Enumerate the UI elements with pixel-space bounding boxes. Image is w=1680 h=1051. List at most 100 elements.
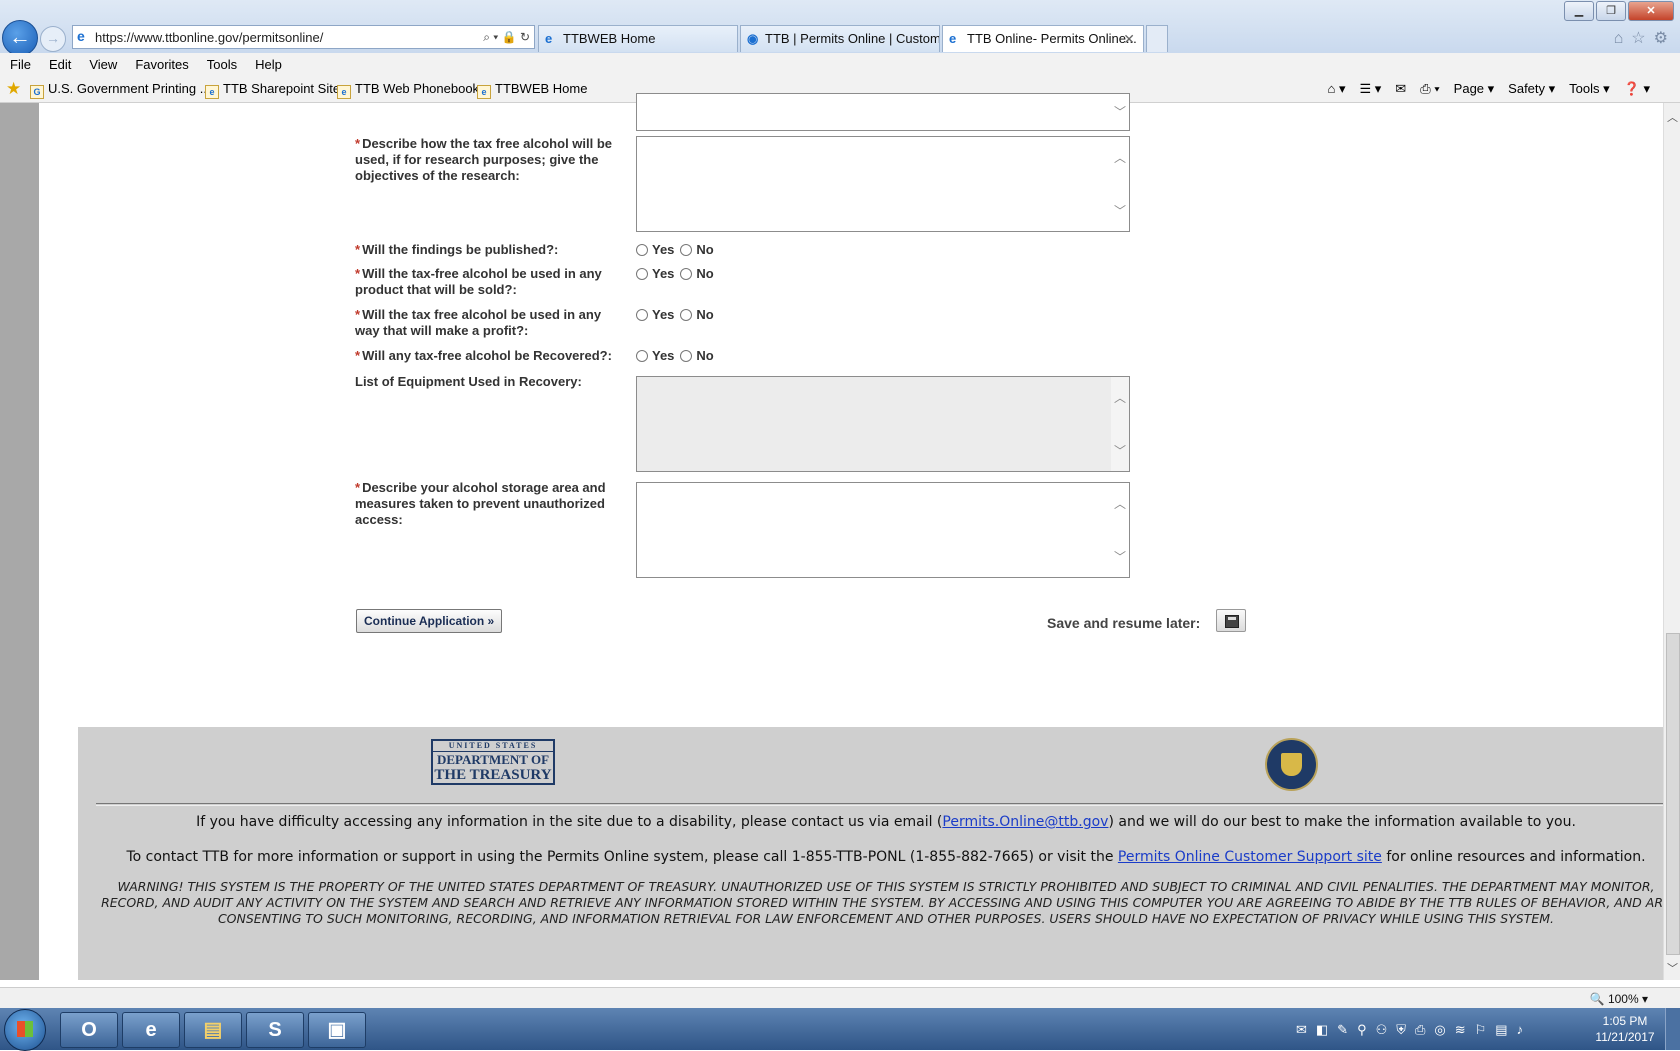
treasury-logo[interactable]: UNITED STATES DEPARTMENT OF THE TREASURY (431, 739, 555, 785)
fav-label: TTBWEB Home (495, 81, 588, 96)
sold-yes-radio[interactable] (636, 268, 648, 280)
recovered-no-radio[interactable] (680, 350, 693, 362)
tab-label: TTB Online- Permits Online... (967, 31, 1137, 46)
required-mark: * (355, 242, 361, 257)
ttb-seal-logo[interactable] (1265, 738, 1318, 791)
sold-no-radio[interactable] (680, 268, 693, 280)
profit-no-radio[interactable] (680, 309, 693, 321)
scroll-down-icon[interactable]: ﹀ (1667, 960, 1678, 976)
cmd-page[interactable]: Page ▾ (1454, 81, 1495, 96)
label-text: Describe how the tax free alcohol will b… (355, 136, 613, 183)
fav-phonebook[interactable]: e TTB Web Phonebook (337, 81, 479, 99)
treasury-logo-mid: DEPARTMENT OF (436, 752, 550, 767)
text-part: If you have difficulty accessing any inf… (196, 814, 943, 830)
show-desktop-button[interactable] (1665, 1008, 1680, 1050)
permits-email-link[interactable]: Permits.Online@ttb.gov (942, 814, 1108, 830)
menu-tools[interactable]: Tools (197, 53, 245, 72)
tab-label: TTB | Permits Online | Custom... (765, 31, 940, 46)
no-label: No (696, 242, 714, 257)
chevron-down-icon: ﹀ (1113, 550, 1126, 564)
chevron-up-icon: ︿ (1113, 497, 1126, 511)
chevron-down-icon: ﹀ (1113, 204, 1126, 218)
continue-application-button[interactable]: Continue Application » (356, 609, 503, 633)
fav-label: U.S. Government Printing ... (48, 81, 211, 96)
home-icon[interactable]: ⌂ ▾ (1327, 81, 1345, 96)
required-mark: * (355, 348, 361, 363)
scroll-up-icon[interactable]: ︿ (1667, 109, 1678, 125)
feeds-icon[interactable]: ☰ ▾ (1359, 81, 1381, 96)
address-bar[interactable]: e https://www.ttbonline.gov/permitsonlin… (72, 25, 535, 49)
published-radio-group: Yes No (636, 242, 714, 257)
menu-file[interactable]: File (0, 53, 39, 72)
scroll-thumb[interactable] (1666, 633, 1680, 955)
save-resume-label: Save and resume later: (1047, 615, 1201, 631)
storage-question-label: * Describe your alcohol storage area and … (355, 480, 623, 528)
minimize-icon[interactable]: ▁ (1564, 1, 1594, 21)
explorer-taskbar-icon[interactable]: ▤ (184, 1012, 242, 1048)
storage-textarea[interactable]: ︿ ﹀ (636, 482, 1130, 578)
cmd-safety[interactable]: Safety ▾ (1508, 81, 1555, 96)
published-no-radio[interactable] (680, 244, 693, 256)
home-favorites-settings-icons[interactable]: ⌂☆⚙ (1614, 28, 1676, 48)
page-icon: e (337, 85, 351, 99)
skype-taskbar-icon[interactable]: S (246, 1012, 304, 1048)
previous-textarea[interactable]: ﹀ (636, 93, 1130, 131)
tab-close-icon[interactable]: ✕ (1123, 26, 1135, 52)
profit-yes-radio[interactable] (636, 309, 648, 321)
close-window-icon[interactable]: ✕ (1628, 1, 1674, 21)
label-text: Will the tax free alcohol be used in any… (355, 307, 602, 338)
print-icon[interactable]: ⎙ ▾ (1420, 81, 1439, 96)
required-mark: * (355, 480, 361, 495)
zoom-level[interactable]: 🔍 100% ▾ (1590, 992, 1648, 1006)
ie-taskbar-icon[interactable]: e (122, 1012, 180, 1048)
fav-label: TTB Sharepoint Site (223, 81, 341, 96)
window-controls: ▁ ❐ ✕ (1562, 1, 1674, 21)
ie-page-icon: e (77, 28, 85, 44)
tab-permits-support[interactable]: ◉ TTB | Permits Online | Custom... (740, 25, 940, 52)
published-question-label: * Will the findings be published?: (355, 242, 623, 258)
recovered-radio-group: Yes No (636, 348, 714, 363)
tab-permits-online[interactable]: e TTB Online- Permits Online... ✕ (942, 25, 1144, 52)
no-label: No (696, 307, 714, 322)
menu-view[interactable]: View (79, 53, 125, 72)
save-resume-button[interactable] (1216, 609, 1246, 632)
menu-help[interactable]: Help (245, 53, 290, 72)
tab-ttbweb-home[interactable]: e TTBWEB Home (538, 25, 738, 52)
mail-icon[interactable]: ✉ (1395, 81, 1406, 96)
taskbar-clock[interactable]: 1:05 PM 11/21/2017 (1590, 1013, 1660, 1045)
back-arrow-icon[interactable]: ← (2, 20, 38, 56)
text-part: for online resources and information. (1381, 849, 1646, 865)
cmd-tools[interactable]: Tools ▾ (1569, 81, 1610, 96)
system-tray-icons[interactable]: ✉◧✎⚲⚇⛨⎙◎≋⚐▤♪ (1296, 1022, 1532, 1038)
windows-taskbar: O e ▤ S ▣ ✉◧✎⚲⚇⛨⎙◎≋⚐▤♪ 1:05 PM 11/21/201… (0, 1008, 1680, 1051)
help-icon[interactable]: ❓ ▾ (1624, 81, 1650, 96)
app-taskbar-icon[interactable]: ▣ (308, 1012, 366, 1048)
equipment-label: List of Equipment Used in Recovery: (355, 374, 623, 390)
new-tab-button[interactable] (1146, 25, 1168, 52)
published-yes-radio[interactable] (636, 244, 648, 256)
research-textarea[interactable]: ︿ ﹀ (636, 136, 1130, 232)
page-scrollbar[interactable]: ︿ ﹀ (1663, 103, 1680, 980)
address-url[interactable]: https://www.ttbonline.gov/permitsonline/ (95, 30, 323, 45)
yes-label: Yes (652, 242, 675, 257)
fav-gpo[interactable]: G U.S. Government Printing ... (30, 81, 211, 99)
menu-edit[interactable]: Edit (39, 53, 79, 72)
start-button[interactable] (4, 1009, 46, 1051)
page-viewport: ﹀ * Describe how the tax free alcohol wil… (0, 93, 1680, 980)
ie-tab-icon: e (949, 31, 957, 46)
menu-favorites[interactable]: Favorites (125, 53, 196, 72)
label-text: Will the findings be published?: (362, 242, 559, 257)
no-label: No (696, 348, 714, 363)
forward-arrow-icon[interactable]: → (40, 26, 66, 52)
browser-titlebar: ← → e https://www.ttbonline.gov/permitso… (0, 0, 1680, 56)
treasury-logo-top: UNITED STATES (433, 741, 553, 752)
outlook-taskbar-icon[interactable]: O (60, 1012, 118, 1048)
favorites-star-icon[interactable]: ★ (6, 79, 21, 99)
fav-ttbweb[interactable]: e TTBWEB Home (477, 81, 587, 99)
recovered-yes-radio[interactable] (636, 350, 648, 362)
fav-sharepoint[interactable]: e TTB Sharepoint Site (205, 81, 340, 99)
ttb-seal-tab-icon: ◉ (747, 31, 759, 46)
address-tools-icon[interactable]: ⌕ ▾ 🔒 ↻ (483, 30, 530, 45)
customer-support-link[interactable]: Permits Online Customer Support site (1118, 849, 1382, 865)
restore-icon[interactable]: ❐ (1596, 1, 1626, 21)
